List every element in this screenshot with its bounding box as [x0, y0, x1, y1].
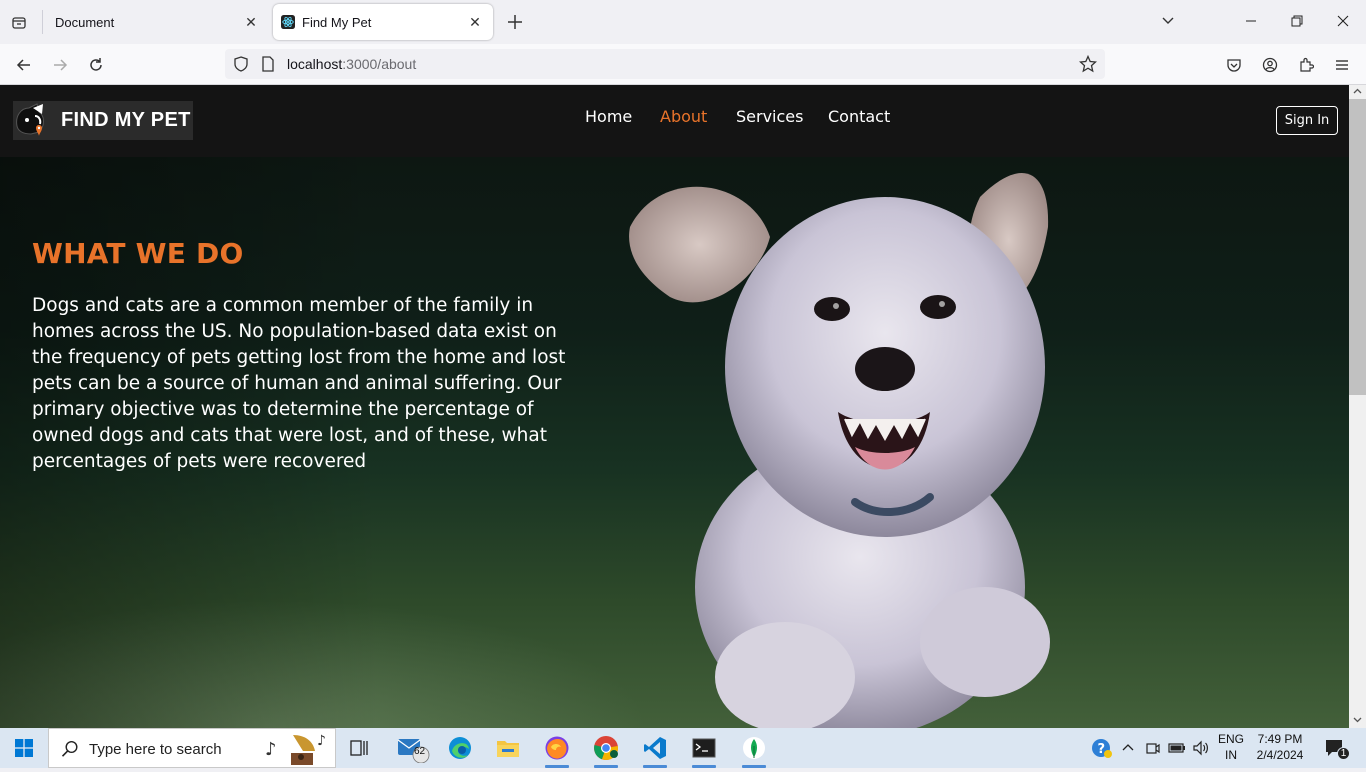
close-window-icon[interactable]	[1332, 10, 1354, 32]
minimize-window-icon[interactable]	[1240, 10, 1262, 32]
page-icon[interactable]	[261, 56, 275, 77]
search-placeholder: Type here to search	[89, 741, 222, 758]
meet-now-icon[interactable]	[1145, 728, 1161, 768]
browser-nav-bar: localhost:3000/about	[0, 44, 1366, 85]
extensions-icon[interactable]	[1294, 53, 1318, 77]
site-header: FIND MY PET Home About Services Contact …	[0, 85, 1349, 157]
search-icon	[61, 740, 79, 763]
clock-date: 2/4/2024	[1256, 748, 1304, 762]
input-language-indicator[interactable]: ENG IN	[1218, 731, 1244, 763]
browser-tab-bar: Document ✕ Find My Pet ✕	[0, 0, 1366, 44]
react-favicon-icon	[281, 15, 295, 29]
bookmark-star-icon[interactable]	[1078, 54, 1098, 78]
windows-start-icon[interactable]	[0, 728, 48, 768]
tab-find-my-pet[interactable]: Find My Pet ✕	[273, 4, 493, 40]
forward-arrow-icon[interactable]	[48, 53, 72, 77]
svg-text:♪: ♪	[265, 739, 277, 760]
windows-taskbar: Type here to search ♪ ♪ 62 ? ENG IN 7:49…	[0, 728, 1366, 768]
chrome-icon[interactable]	[586, 732, 626, 768]
hero-description: Dogs and cats are a common member of the…	[32, 295, 566, 472]
hero-title: WHAT WE DO	[32, 237, 244, 270]
scroll-down-arrow-icon[interactable]	[1353, 715, 1362, 724]
url-bar[interactable]: localhost:3000/about	[225, 49, 1105, 79]
mail-unread-badge: 62	[414, 746, 426, 757]
logo-text: FIND MY PET	[61, 109, 191, 131]
running-dog-image	[629, 173, 1050, 728]
battery-icon[interactable]	[1168, 728, 1186, 768]
taskbar-search-input[interactable]: Type here to search ♪ ♪	[48, 728, 336, 768]
terminal-icon[interactable]	[684, 732, 724, 768]
language-region: IN	[1225, 748, 1237, 762]
hamburger-menu-icon[interactable]	[1330, 53, 1354, 77]
url-host: localhost	[287, 56, 343, 72]
mongodb-compass-icon[interactable]	[734, 732, 774, 768]
pet-head-pin-logo-icon	[16, 102, 44, 136]
nav-services-link[interactable]: Services	[736, 107, 803, 126]
file-explorer-icon[interactable]	[488, 732, 528, 764]
url-text[interactable]: localhost:3000/about	[287, 56, 416, 72]
nav-home-link[interactable]: Home	[585, 107, 632, 126]
back-arrow-icon[interactable]	[12, 53, 36, 77]
reload-icon[interactable]	[84, 53, 108, 77]
page-scrollbar[interactable]	[1349, 85, 1366, 728]
close-tab-icon[interactable]: ✕	[467, 14, 483, 30]
svg-text:?: ?	[1098, 742, 1106, 757]
site-logo[interactable]: FIND MY PET	[13, 101, 193, 140]
about-hero-section: WHAT WE DO Dogs and cats are a common me…	[0, 157, 1349, 728]
restore-window-icon[interactable]	[1286, 10, 1308, 32]
nav-contact-link[interactable]: Contact	[828, 107, 890, 126]
svg-text:♪: ♪	[317, 733, 326, 749]
music-widget-icon[interactable]: ♪ ♪	[263, 731, 333, 772]
vscode-icon[interactable]	[635, 732, 675, 768]
sign-in-button[interactable]: Sign In	[1276, 106, 1338, 135]
account-icon[interactable]	[1258, 53, 1282, 77]
edge-icon[interactable]	[440, 732, 480, 764]
mail-icon[interactable]: 62	[392, 732, 432, 764]
new-tab-plus-icon[interactable]	[505, 12, 525, 32]
scrollbar-thumb[interactable]	[1349, 99, 1366, 395]
scroll-up-arrow-icon[interactable]	[1353, 87, 1362, 96]
tab-document[interactable]: Document ✕	[43, 4, 269, 40]
tab-label: Document	[55, 14, 115, 30]
page-viewport: FIND MY PET Home About Services Contact …	[0, 85, 1349, 728]
notifications-icon[interactable]: 1	[1324, 728, 1350, 768]
volume-icon[interactable]	[1192, 728, 1210, 768]
clock-time: 7:49 PM	[1257, 732, 1303, 746]
notification-count-badge: 1	[1337, 747, 1350, 760]
tab-label: Find My Pet	[302, 14, 372, 30]
language-code: ENG	[1218, 732, 1245, 746]
taskbar-clock[interactable]: 7:49 PM 2/4/2024	[1255, 731, 1305, 763]
list-all-tabs-chevron-icon[interactable]	[1157, 10, 1179, 32]
close-tab-icon[interactable]: ✕	[243, 14, 259, 30]
tab-list-icon[interactable]	[8, 12, 30, 34]
shield-icon[interactable]	[233, 56, 249, 77]
firefox-icon[interactable]	[537, 732, 577, 768]
pocket-icon[interactable]	[1222, 53, 1246, 77]
nav-about-link[interactable]: About	[660, 107, 707, 126]
help-icon[interactable]: ?	[1091, 728, 1113, 768]
task-view-icon[interactable]	[340, 732, 380, 764]
url-path: :3000/about	[342, 56, 417, 72]
show-hidden-icons-chevron-icon[interactable]	[1121, 728, 1135, 768]
